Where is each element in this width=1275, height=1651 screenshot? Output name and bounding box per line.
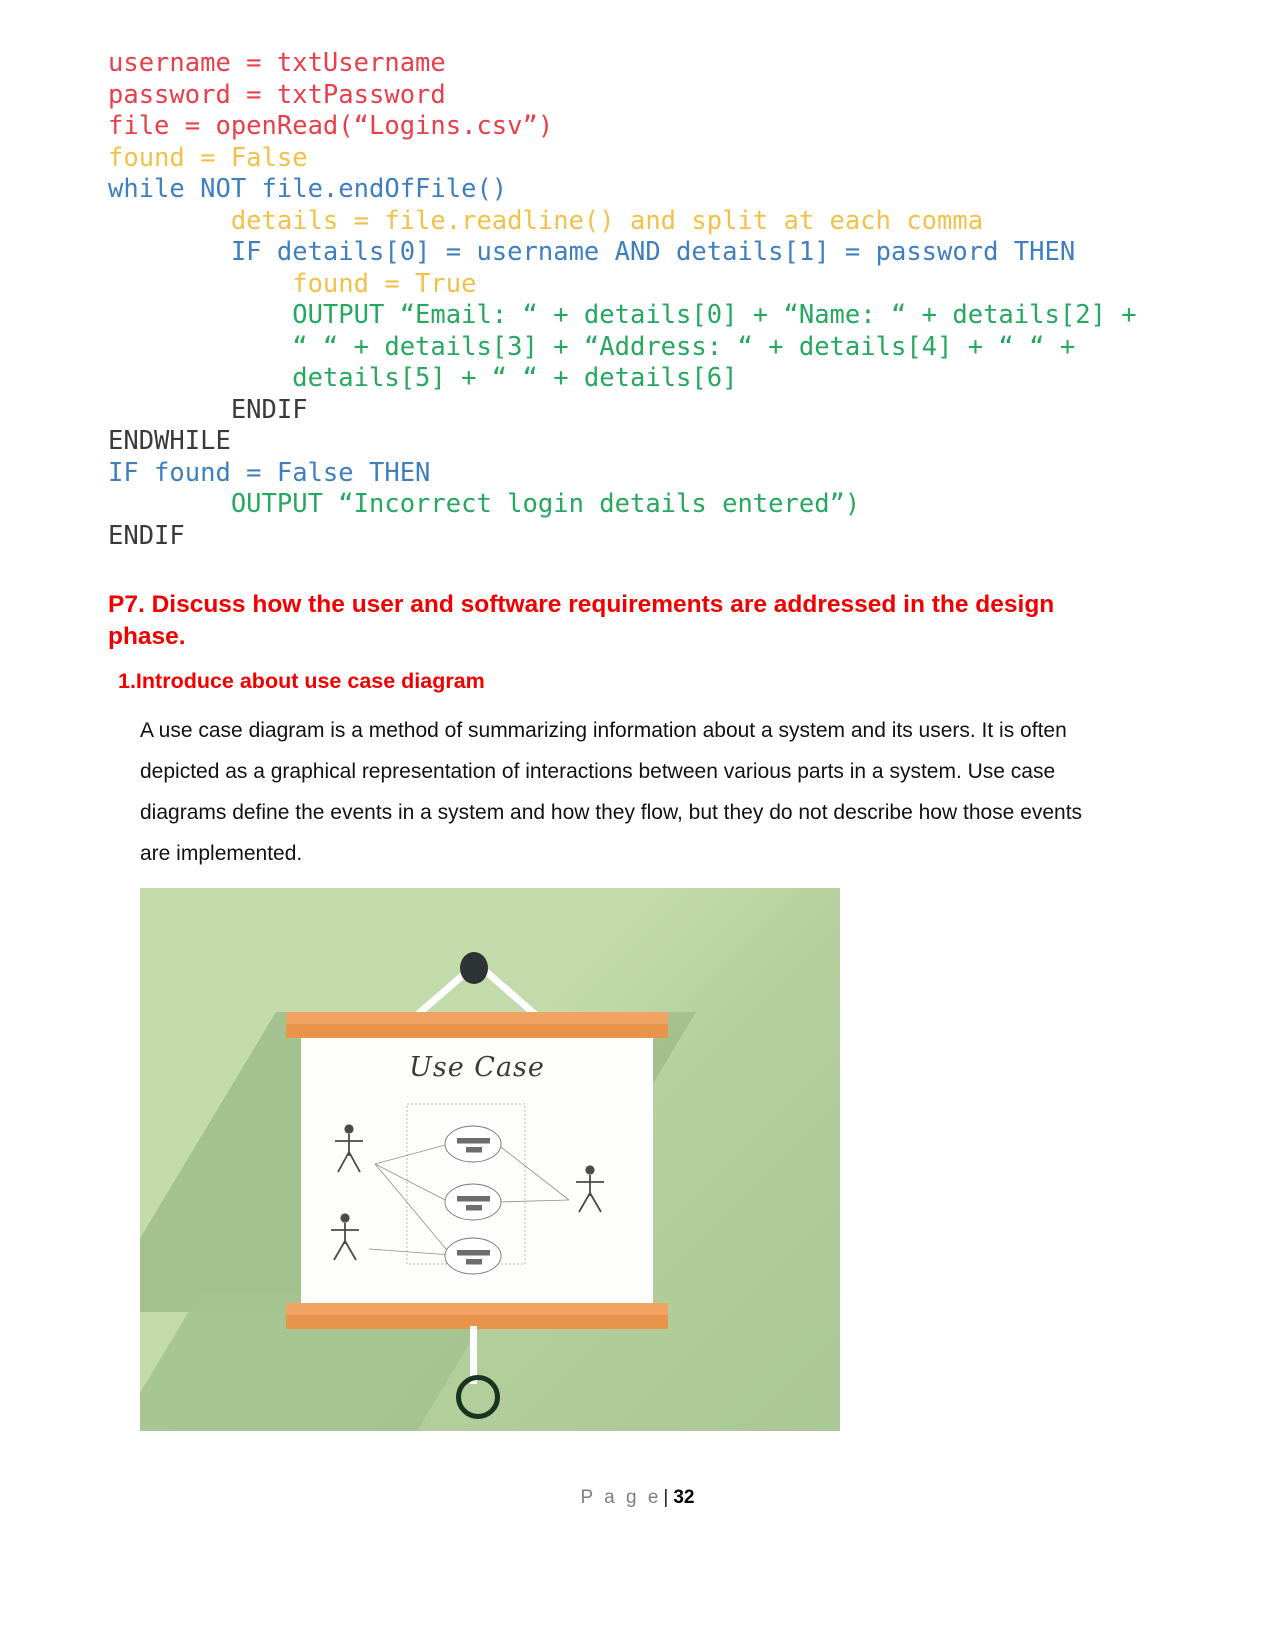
code-line: IF found = False THEN xyxy=(108,457,431,488)
actor-stick-figure xyxy=(331,1213,359,1261)
code-line: file = openRead(“Logins.csv”) xyxy=(108,111,554,141)
footer-separator: | xyxy=(663,1487,669,1508)
poster-top-bar xyxy=(286,1012,668,1038)
code-line: while NOT file.endOfFile() xyxy=(108,174,508,204)
code-line: details = file.readline() and split at e… xyxy=(108,205,984,236)
code-line: password = txtPassword xyxy=(108,79,446,110)
code-line: OUTPUT “Incorrect login details entered”… xyxy=(108,489,861,519)
pseudocode-block: username = txtUsername password = txtPass… xyxy=(108,48,1168,552)
use-case-ellipse xyxy=(444,1183,502,1221)
code-line: ENDWHILE xyxy=(108,426,231,456)
use-case-ellipse xyxy=(444,1237,502,1275)
wall-hook-icon xyxy=(460,952,488,984)
use-case-diagram-svg xyxy=(331,1103,604,1275)
code-line: found = True xyxy=(108,268,477,299)
footer-page-word: P a g e xyxy=(580,1487,662,1508)
page-footer: P a g e | 32 xyxy=(0,1487,1275,1509)
code-line: IF details[0] = username AND details[1] … xyxy=(108,237,1076,267)
section-subheading: 1.Introduce about use case diagram xyxy=(118,669,485,693)
code-line: “ “ + details[3] + “Address: “ + details… xyxy=(108,331,1076,362)
actor-stick-figure xyxy=(576,1165,604,1213)
actor-stick-figure xyxy=(335,1124,363,1173)
code-line: found = False xyxy=(108,142,308,173)
footer-page-number: 32 xyxy=(673,1487,695,1508)
poster-bottom-bar xyxy=(286,1303,668,1329)
poster-sheet: Use Case xyxy=(301,1034,653,1306)
use-case-illustration: Use Case xyxy=(140,888,840,1431)
code-line: ENDIF xyxy=(108,520,185,551)
use-case-ellipse xyxy=(444,1125,502,1163)
code-line: ENDIF xyxy=(108,394,308,425)
pull-ring-icon xyxy=(456,1375,500,1419)
document-page: username = txtUsername password = txtPass… xyxy=(0,0,1275,1651)
body-paragraph: A use case diagram is a method of summar… xyxy=(140,719,1083,865)
poster-title: Use Case xyxy=(409,1052,545,1083)
page-title: P7. Discuss how the user and software re… xyxy=(108,591,1055,650)
code-line: OUTPUT “Email: “ + details[0] + “Name: “… xyxy=(108,300,1137,330)
code-line: username = txtUsername xyxy=(108,48,446,78)
code-line: details[5] + “ “ + details[6] xyxy=(108,363,738,393)
